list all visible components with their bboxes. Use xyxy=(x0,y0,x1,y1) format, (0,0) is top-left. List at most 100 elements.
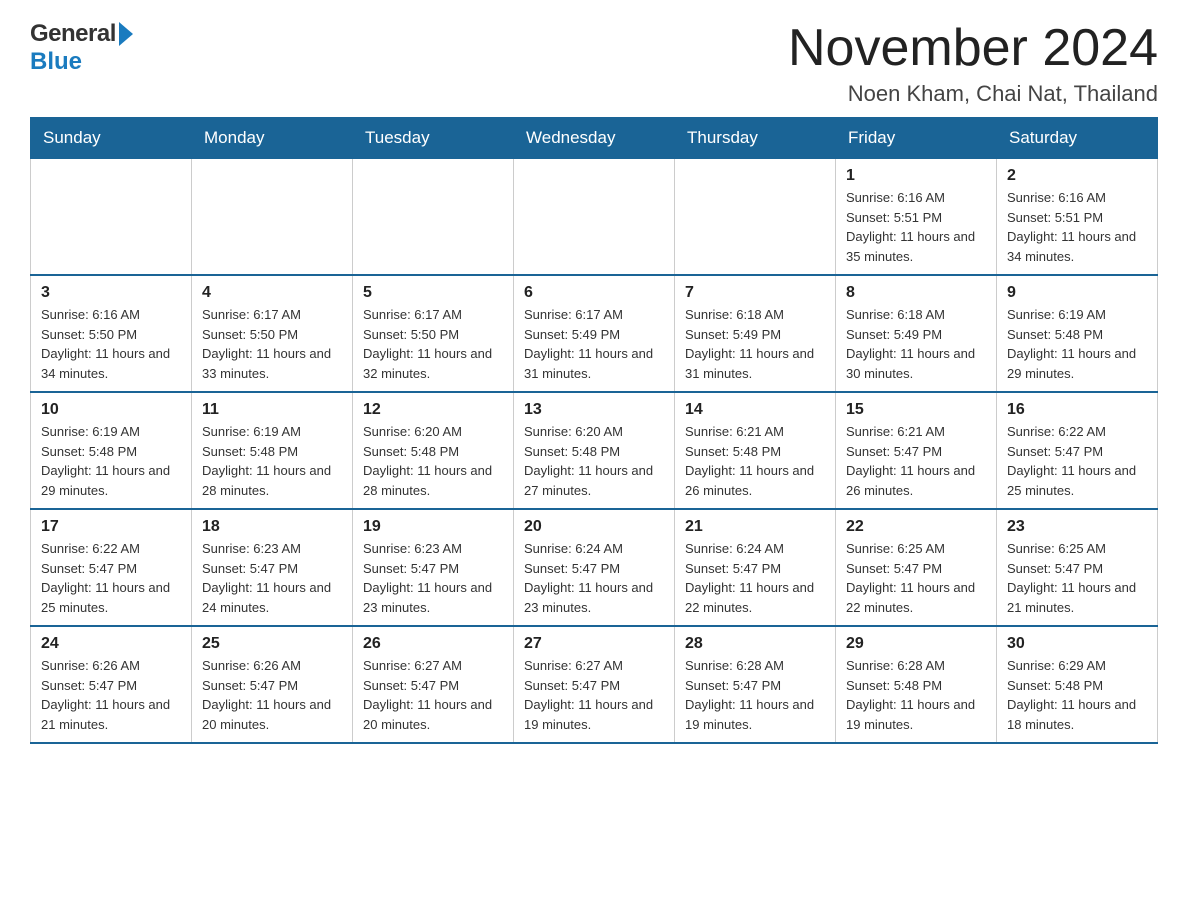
day-info: Sunrise: 6:19 AM Sunset: 5:48 PM Dayligh… xyxy=(1007,305,1147,383)
day-number: 17 xyxy=(41,518,181,536)
day-number: 22 xyxy=(846,518,986,536)
day-info: Sunrise: 6:29 AM Sunset: 5:48 PM Dayligh… xyxy=(1007,656,1147,734)
day-info: Sunrise: 6:19 AM Sunset: 5:48 PM Dayligh… xyxy=(202,422,342,500)
day-info: Sunrise: 6:28 AM Sunset: 5:47 PM Dayligh… xyxy=(685,656,825,734)
page-title: November 2024 xyxy=(788,20,1158,77)
weekday-header-sunday: Sunday xyxy=(31,118,192,159)
weekday-header-monday: Monday xyxy=(192,118,353,159)
day-info: Sunrise: 6:18 AM Sunset: 5:49 PM Dayligh… xyxy=(846,305,986,383)
calendar-cell xyxy=(31,159,192,276)
day-number: 9 xyxy=(1007,284,1147,302)
weekday-header-saturday: Saturday xyxy=(997,118,1158,159)
week-row-4: 17Sunrise: 6:22 AM Sunset: 5:47 PM Dayli… xyxy=(31,509,1158,626)
day-info: Sunrise: 6:27 AM Sunset: 5:47 PM Dayligh… xyxy=(524,656,664,734)
calendar-cell: 2 Sunrise: 6:16 AM Sunset: 5:51 PM Daylig… xyxy=(997,159,1158,276)
weekday-header-thursday: Thursday xyxy=(675,118,836,159)
calendar-cell: 18 Sunrise: 6:23 AM Sunset: 5:47 PM Dayli… xyxy=(192,509,353,626)
calendar-cell: 8 Sunrise: 6:18 AM Sunset: 5:49 PM Daylig… xyxy=(836,275,997,392)
day-info: Sunrise: 6:16 AM Sunset: 5:51 PM Dayligh… xyxy=(1007,188,1147,266)
page-header: General Blue November 2024 Noen Kham, Ch… xyxy=(30,20,1158,107)
calendar-cell: 19 Sunrise: 6:23 AM Sunset: 5:47 PM Dayli… xyxy=(353,509,514,626)
calendar-table: SundayMondayTuesdayWednesdayThursdayFrid… xyxy=(30,117,1158,744)
day-number: 13 xyxy=(524,401,664,419)
day-info: Sunrise: 6:25 AM Sunset: 5:47 PM Dayligh… xyxy=(846,539,986,617)
day-number: 14 xyxy=(685,401,825,419)
day-number: 7 xyxy=(685,284,825,302)
calendar-cell: 30 Sunrise: 6:29 AM Sunset: 5:48 PM Dayli… xyxy=(997,626,1158,743)
calendar-cell xyxy=(514,159,675,276)
day-info: Sunrise: 6:17 AM Sunset: 5:50 PM Dayligh… xyxy=(202,305,342,383)
day-info: Sunrise: 6:16 AM Sunset: 5:50 PM Dayligh… xyxy=(41,305,181,383)
calendar-cell: 29Sunrise: 6:28 AM Sunset: 5:48 PM Dayli… xyxy=(836,626,997,743)
day-number: 10 xyxy=(41,401,181,419)
weekday-header-tuesday: Tuesday xyxy=(353,118,514,159)
day-info: Sunrise: 6:23 AM Sunset: 5:47 PM Dayligh… xyxy=(363,539,503,617)
calendar-cell xyxy=(675,159,836,276)
calendar-cell: 21 Sunrise: 6:24 AM Sunset: 5:47 PM Dayli… xyxy=(675,509,836,626)
logo-general-text: General xyxy=(30,20,116,48)
day-number: 1 xyxy=(846,167,986,185)
calendar-cell: 23 Sunrise: 6:25 AM Sunset: 5:47 PM Dayli… xyxy=(997,509,1158,626)
day-info: Sunrise: 6:20 AM Sunset: 5:48 PM Dayligh… xyxy=(524,422,664,500)
calendar-cell: 17Sunrise: 6:22 AM Sunset: 5:47 PM Dayli… xyxy=(31,509,192,626)
page-subtitle: Noen Kham, Chai Nat, Thailand xyxy=(788,81,1158,107)
day-number: 19 xyxy=(363,518,503,536)
calendar-cell: 12Sunrise: 6:20 AM Sunset: 5:48 PM Dayli… xyxy=(353,392,514,509)
weekday-header-friday: Friday xyxy=(836,118,997,159)
week-row-1: 1 Sunrise: 6:16 AM Sunset: 5:51 PM Daylig… xyxy=(31,159,1158,276)
day-number: 21 xyxy=(685,518,825,536)
day-info: Sunrise: 6:22 AM Sunset: 5:47 PM Dayligh… xyxy=(1007,422,1147,500)
day-number: 25 xyxy=(202,635,342,653)
calendar-cell: 27 Sunrise: 6:27 AM Sunset: 5:47 PM Dayli… xyxy=(514,626,675,743)
day-number: 27 xyxy=(524,635,664,653)
calendar-header: SundayMondayTuesdayWednesdayThursdayFrid… xyxy=(31,118,1158,159)
day-info: Sunrise: 6:17 AM Sunset: 5:50 PM Dayligh… xyxy=(363,305,503,383)
calendar-cell xyxy=(353,159,514,276)
calendar-cell: 7Sunrise: 6:18 AM Sunset: 5:49 PM Daylig… xyxy=(675,275,836,392)
title-section: November 2024 Noen Kham, Chai Nat, Thail… xyxy=(788,20,1158,107)
day-info: Sunrise: 6:25 AM Sunset: 5:47 PM Dayligh… xyxy=(1007,539,1147,617)
calendar-cell: 10 Sunrise: 6:19 AM Sunset: 5:48 PM Dayli… xyxy=(31,392,192,509)
day-info: Sunrise: 6:17 AM Sunset: 5:49 PM Dayligh… xyxy=(524,305,664,383)
day-info: Sunrise: 6:24 AM Sunset: 5:47 PM Dayligh… xyxy=(524,539,664,617)
day-number: 26 xyxy=(363,635,503,653)
calendar-cell: 5 Sunrise: 6:17 AM Sunset: 5:50 PM Daylig… xyxy=(353,275,514,392)
day-number: 16 xyxy=(1007,401,1147,419)
day-number: 5 xyxy=(363,284,503,302)
logo: General Blue xyxy=(30,20,133,76)
day-info: Sunrise: 6:21 AM Sunset: 5:47 PM Dayligh… xyxy=(846,422,986,500)
logo-blue-text: Blue xyxy=(30,48,82,76)
day-number: 12 xyxy=(363,401,503,419)
day-number: 4 xyxy=(202,284,342,302)
day-number: 18 xyxy=(202,518,342,536)
calendar-cell: 4 Sunrise: 6:17 AM Sunset: 5:50 PM Daylig… xyxy=(192,275,353,392)
week-row-3: 10 Sunrise: 6:19 AM Sunset: 5:48 PM Dayli… xyxy=(31,392,1158,509)
calendar-body: 1 Sunrise: 6:16 AM Sunset: 5:51 PM Daylig… xyxy=(31,159,1158,744)
day-number: 8 xyxy=(846,284,986,302)
calendar-cell: 16 Sunrise: 6:22 AM Sunset: 5:47 PM Dayli… xyxy=(997,392,1158,509)
calendar-cell: 11 Sunrise: 6:19 AM Sunset: 5:48 PM Dayli… xyxy=(192,392,353,509)
calendar-cell: 9 Sunrise: 6:19 AM Sunset: 5:48 PM Daylig… xyxy=(997,275,1158,392)
calendar-cell xyxy=(192,159,353,276)
day-number: 2 xyxy=(1007,167,1147,185)
calendar-cell: 28 Sunrise: 6:28 AM Sunset: 5:47 PM Dayli… xyxy=(675,626,836,743)
day-info: Sunrise: 6:21 AM Sunset: 5:48 PM Dayligh… xyxy=(685,422,825,500)
day-info: Sunrise: 6:26 AM Sunset: 5:47 PM Dayligh… xyxy=(41,656,181,734)
day-number: 28 xyxy=(685,635,825,653)
day-number: 23 xyxy=(1007,518,1147,536)
day-number: 24 xyxy=(41,635,181,653)
day-info: Sunrise: 6:19 AM Sunset: 5:48 PM Dayligh… xyxy=(41,422,181,500)
day-number: 15 xyxy=(846,401,986,419)
calendar-cell: 3 Sunrise: 6:16 AM Sunset: 5:50 PM Daylig… xyxy=(31,275,192,392)
day-info: Sunrise: 6:23 AM Sunset: 5:47 PM Dayligh… xyxy=(202,539,342,617)
day-number: 11 xyxy=(202,401,342,419)
calendar-cell: 25Sunrise: 6:26 AM Sunset: 5:47 PM Dayli… xyxy=(192,626,353,743)
week-row-5: 24 Sunrise: 6:26 AM Sunset: 5:47 PM Dayli… xyxy=(31,626,1158,743)
day-info: Sunrise: 6:24 AM Sunset: 5:47 PM Dayligh… xyxy=(685,539,825,617)
calendar-cell: 26Sunrise: 6:27 AM Sunset: 5:47 PM Dayli… xyxy=(353,626,514,743)
calendar-cell: 20Sunrise: 6:24 AM Sunset: 5:47 PM Dayli… xyxy=(514,509,675,626)
day-info: Sunrise: 6:28 AM Sunset: 5:48 PM Dayligh… xyxy=(846,656,986,734)
day-number: 6 xyxy=(524,284,664,302)
day-number: 3 xyxy=(41,284,181,302)
day-number: 30 xyxy=(1007,635,1147,653)
